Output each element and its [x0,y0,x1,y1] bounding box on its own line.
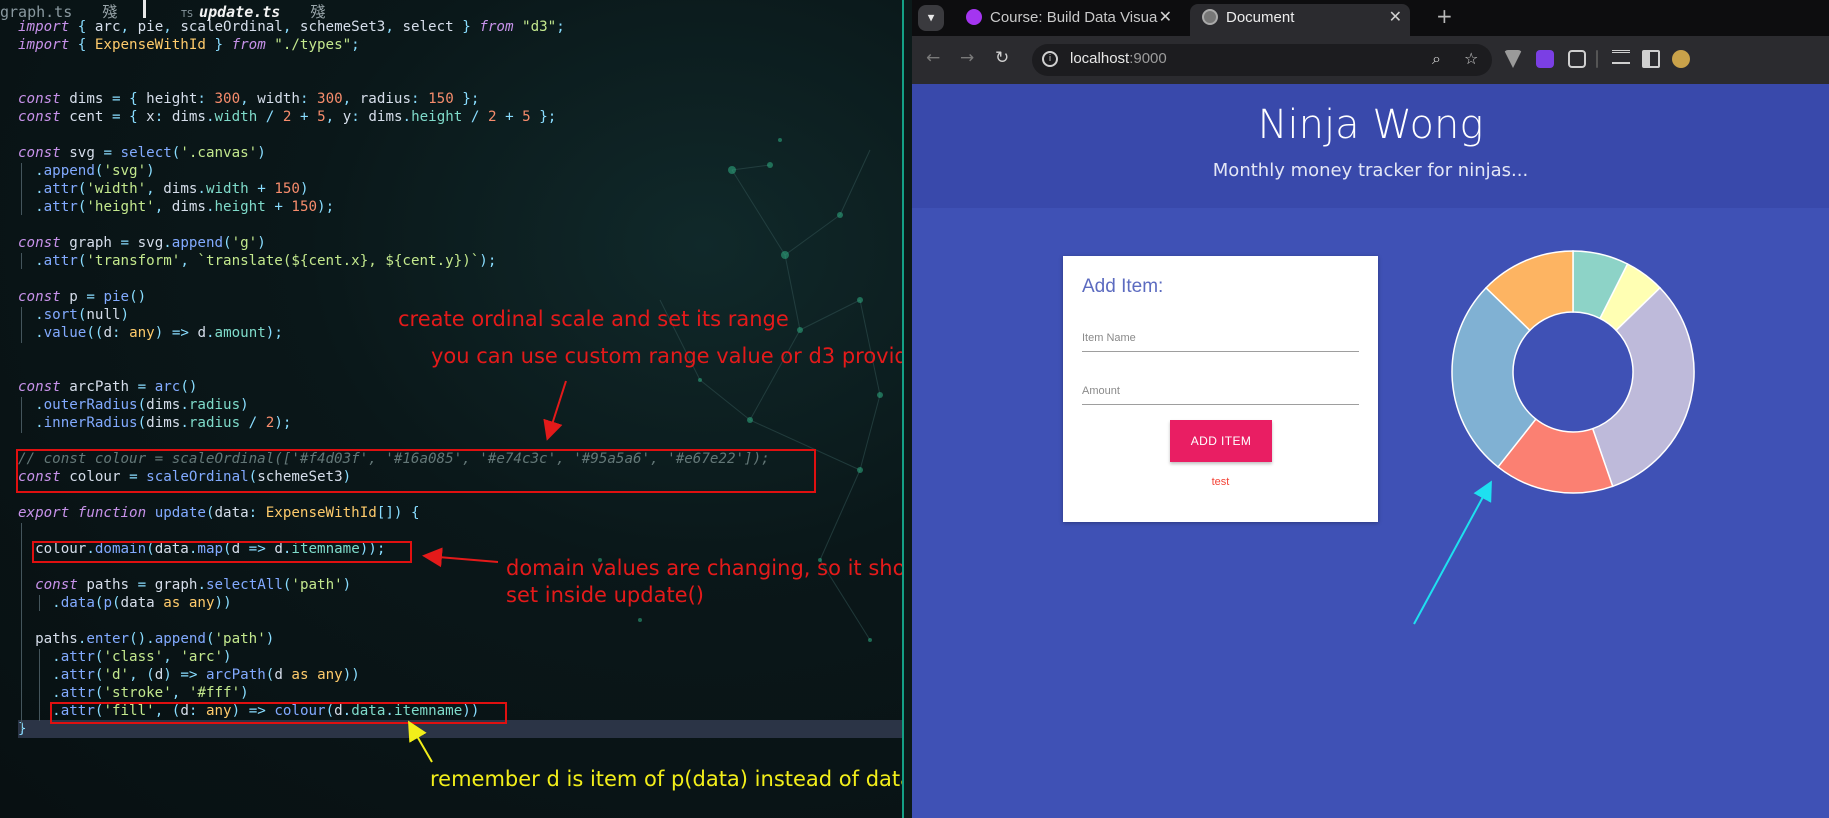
expense-donut-chart [1451,250,1695,494]
code-line[interactable]: const arcPath = arc() [18,378,902,396]
code-line[interactable]: const svg = select('.canvas') [18,144,902,162]
indent-guide [39,649,40,721]
code-line[interactable]: const cent = { x: dims.width / 2 + 5, y:… [18,108,902,126]
code-line[interactable] [18,126,902,144]
annotation-domain-line1: domain values are changing, so it should… [506,556,902,580]
url-text[interactable]: localhost:9000 [1070,50,1167,67]
indent-guide [21,307,22,343]
code-line[interactable]: const dims = { height: 300, width: 300, … [18,90,902,108]
item-name-input[interactable] [1082,326,1359,344]
code-editor[interactable]: graph.ts 殘 TS update.ts 殘 import { arc, pie… [0,0,902,818]
browser-window: ▼ Course: Build Data Visua ✕ Document ✕ … [912,0,1829,818]
code-line[interactable] [18,432,902,450]
zoom-icon[interactable]: ⌕ [1432,49,1441,69]
editor-tab-bar: graph.ts 殘 TS update.ts 殘 [0,0,902,21]
indent-guide [21,163,22,215]
tab-search-chevron-icon[interactable]: ▼ [918,5,944,31]
annotation-range-title: create ordinal scale and set its range [398,307,789,331]
browser-tab-document[interactable]: Document ✕ [1190,4,1410,36]
code-line[interactable]: .innerRadius(dims.radius / 2); [18,414,902,432]
code-line[interactable]: import { arc, pie, scaleOrdinal, schemeS… [18,18,902,36]
indent-guide [39,595,40,611]
extension-purple-icon[interactable] [1536,50,1554,68]
amount-field[interactable] [1082,379,1359,405]
extensions-puzzle-icon[interactable] [1568,50,1586,68]
code-line[interactable]: .attr('width', dims.width + 150) [18,180,902,198]
bookmark-star-icon[interactable]: ☆ [1464,49,1478,68]
indent-guide [21,523,22,731]
vuejs-devtools-icon[interactable] [1504,50,1522,68]
browser-tab-course[interactable]: Course: Build Data Visua ✕ [954,4,1180,36]
fill-highlight-box [50,702,507,724]
tab-separator [143,0,146,18]
reload-icon[interactable]: ↻ [995,48,1009,68]
form-error-text: test [1211,476,1230,488]
reading-list-icon[interactable] [1612,50,1630,64]
browser-tab-strip: ▼ Course: Build Data Visua ✕ Document ✕ … [912,0,1829,36]
forward-arrow-icon[interactable]: → [960,48,974,68]
code-line[interactable]: .attr('d', (d) => arcPath(d as any)) [18,666,902,684]
code-line[interactable]: const p = pie() [18,288,902,306]
code-line[interactable]: const graph = svg.append('g') [18,234,902,252]
back-arrow-icon[interactable]: ← [926,48,940,68]
colour-scale-highlight-box [16,449,816,493]
udemy-favicon-icon [966,9,982,25]
code-line[interactable]: .attr('class', 'arc') [18,648,902,666]
code-line[interactable]: export function update(data: ExpenseWith… [18,504,902,522]
page-header: Ninja Wong Monthly money tracker for nin… [912,84,1829,208]
code-line[interactable]: .data(p(data as any)) [18,594,902,612]
pane-divider[interactable] [902,0,912,818]
code-line[interactable] [18,522,902,540]
amount-input[interactable] [1082,379,1359,397]
close-tab-icon[interactable]: ✕ [1389,4,1402,32]
new-tab-icon[interactable]: + [1436,4,1453,28]
code-line[interactable]: .append('svg') [18,162,902,180]
annotation-d-note: remember d is item of p(data) instead of… [430,767,902,791]
address-bar[interactable]: i localhost:9000 ⌕ ☆ [1032,44,1492,76]
globe-icon [1202,9,1218,25]
site-info-icon[interactable]: i [1042,51,1058,67]
toolbar-separator [1596,50,1598,68]
indent-guide [21,397,22,433]
code-line[interactable] [18,612,902,630]
add-item-form: Add Item: ADD ITEM test [1063,256,1378,522]
code-line[interactable]: paths.enter().append('path') [18,630,902,648]
add-item-button[interactable]: ADD ITEM [1170,420,1272,462]
profile-avatar-icon[interactable] [1672,50,1690,68]
code-line[interactable] [18,216,902,234]
page-subtitle: Monthly money tracker for ninjas... [1212,160,1529,181]
browser-toolbar: ← → ↻ i localhost:9000 ⌕ ☆ [912,36,1829,84]
annotation-range-sub: you can use custom range value or d3 pro… [431,344,902,368]
item-name-field[interactable] [1082,326,1359,352]
code-line[interactable] [18,72,902,90]
domain-highlight-box [32,541,412,563]
annotation-domain-line2: set inside update() [506,583,704,607]
form-heading: Add Item: [1082,276,1164,297]
code-line[interactable] [18,270,902,288]
code-line[interactable]: .outerRadius(dims.radius) [18,396,902,414]
code-line[interactable]: import { ExpenseWithId } from "./types"; [18,36,902,54]
side-panel-icon[interactable] [1642,50,1660,68]
code-line[interactable] [18,54,902,72]
page-title: Ninja Wong [1257,102,1484,148]
close-tab-icon[interactable]: ✕ [1159,4,1172,32]
code-line[interactable]: .attr('transform', `translate(${cent.x},… [18,252,902,270]
indent-guide [21,253,22,269]
code-line[interactable]: .attr('height', dims.height + 150); [18,198,902,216]
code-line[interactable]: .attr('stroke', '#fff') [18,684,902,702]
